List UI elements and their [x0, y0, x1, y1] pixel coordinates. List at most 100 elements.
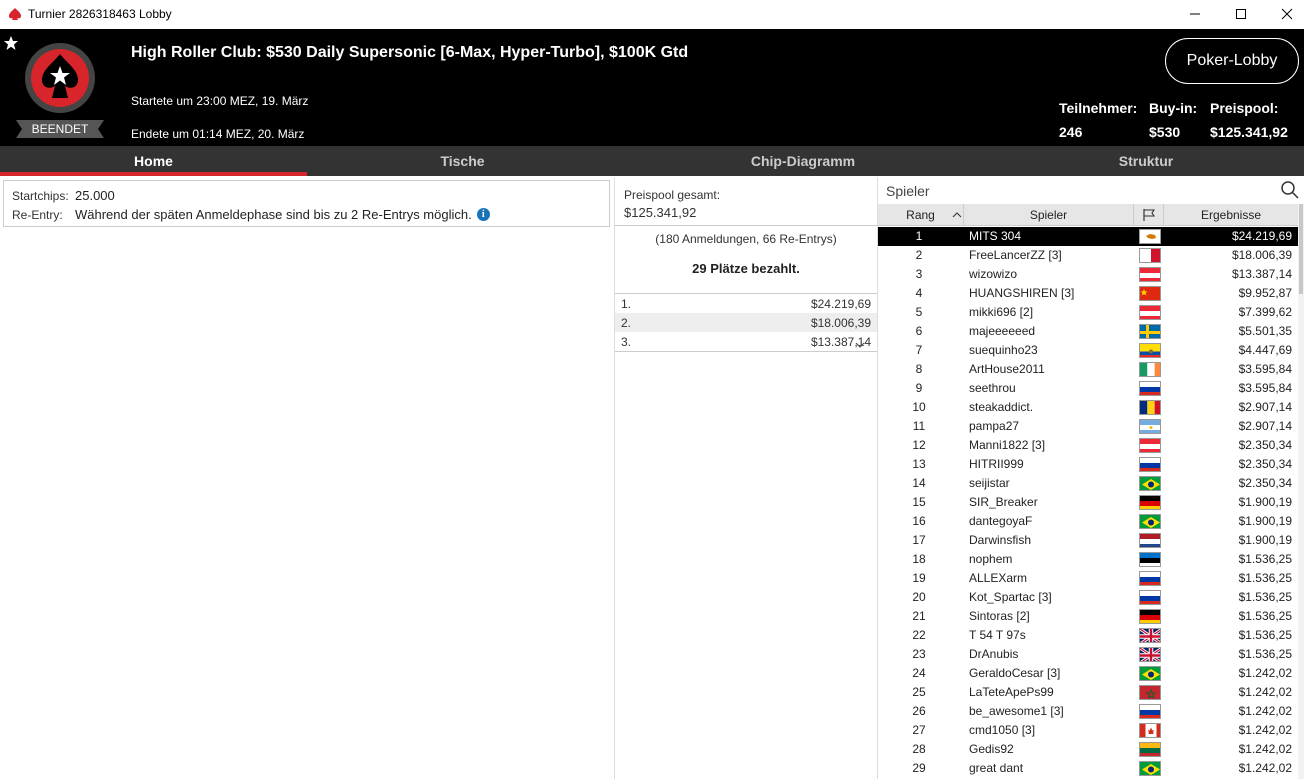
rank-column-header[interactable]: Rang — [878, 204, 964, 226]
player-row[interactable]: 12 Manni1822 [3] $2.350,34 — [878, 436, 1298, 455]
country-column-header[interactable] — [1134, 204, 1164, 226]
player-rank: 29 — [912, 761, 926, 775]
reentry-label: Re-Entry: — [12, 207, 63, 222]
players-table-body: 1 MITS 304 $24.219,69 2 FreeLancerZZ [3] $18.… — [878, 227, 1298, 778]
player-rank: 28 — [912, 742, 926, 756]
player-rank: 23 — [912, 647, 926, 661]
close-button[interactable] — [1264, 3, 1304, 25]
player-result: $1.242,02 — [1238, 704, 1292, 718]
player-name: be_awesome1 [3] — [969, 704, 1064, 718]
country-flag-icon — [1139, 248, 1161, 263]
country-flag-icon — [1139, 286, 1161, 301]
player-row[interactable]: 16 dantegoyaF $1.900,19 — [878, 512, 1298, 531]
player-row[interactable]: 28 Gedis92 $1.242,02 — [878, 740, 1298, 759]
player-name: Sintoras [2] — [969, 609, 1030, 623]
country-flag-icon — [1139, 704, 1161, 719]
player-row[interactable]: 29 great dant $1.242,02 — [878, 759, 1298, 778]
player-name: HUANGSHIREN [3] — [969, 286, 1075, 300]
player-rank: 4 — [915, 286, 923, 300]
player-row[interactable]: 15 SIR_Breaker $1.900,19 — [878, 493, 1298, 512]
player-row[interactable]: 10 steakaddict. $2.907,14 — [878, 398, 1298, 417]
scrollbar-thumb[interactable] — [1299, 204, 1303, 294]
paid-places: 29 Plätze bezahlt. — [692, 261, 800, 276]
country-flag-icon — [1139, 324, 1161, 339]
player-row[interactable]: 26 be_awesome1 [3] $1.242,02 — [878, 702, 1298, 721]
player-result: $1.536,25 — [1238, 609, 1292, 623]
player-rank: 17 — [912, 533, 926, 547]
scrollbar[interactable] — [1298, 204, 1304, 779]
country-flag-icon — [1139, 419, 1161, 434]
player-result: $1.536,25 — [1238, 571, 1292, 585]
buyin-value: $530 — [1149, 124, 1181, 140]
player-row[interactable]: 24 GeraldoCesar [3] $1.242,02 — [878, 664, 1298, 683]
player-row[interactable]: 11 pampa27 $2.907,14 — [878, 417, 1298, 436]
player-name: nophem — [969, 552, 1013, 566]
country-flag-icon — [1139, 552, 1161, 567]
close-icon — [1281, 8, 1293, 20]
maximize-button[interactable] — [1218, 3, 1264, 25]
player-rank: 26 — [912, 704, 926, 718]
player-row[interactable]: 19 ALLEXarm $1.536,25 — [878, 569, 1298, 588]
country-flag-icon — [1139, 609, 1161, 624]
startchips-row: Startchips: 25.000 — [12, 188, 115, 203]
player-row[interactable]: 9 seethrou $3.595,84 — [878, 379, 1298, 398]
country-flag-icon — [1139, 457, 1161, 472]
country-flag-icon — [1139, 362, 1161, 377]
player-rank: 22 — [912, 628, 926, 642]
player-row[interactable]: 7 suequinho23 $4.447,69 — [878, 341, 1298, 360]
payout-place: 2. — [621, 315, 632, 330]
player-row[interactable]: 25 LaTeteApePs99 $1.242,02 — [878, 683, 1298, 702]
player-name: SIR_Breaker — [969, 495, 1038, 509]
player-row[interactable]: 18 nophem $1.536,25 — [878, 550, 1298, 569]
player-name: Darwinsfish — [969, 533, 1032, 547]
country-flag-icon — [1139, 628, 1161, 643]
player-rank: 25 — [912, 685, 926, 699]
tab-chip-chart[interactable]: Chip-Diagramm — [618, 146, 988, 176]
player-row[interactable]: 8 ArtHouse2011 $3.595,84 — [878, 360, 1298, 379]
payout-row: 1. $24.219,69 — [615, 294, 877, 313]
player-search-input[interactable] — [886, 181, 1266, 201]
result-column-header[interactable]: Ergebnisse — [1164, 204, 1298, 226]
player-result: $2.907,14 — [1238, 419, 1292, 433]
player-name: cmd1050 [3] — [969, 723, 1036, 737]
tab-structure[interactable]: Struktur — [988, 146, 1304, 176]
reentry-row: Re-Entry: Während der späten Anmeldephas… — [12, 207, 490, 222]
player-row[interactable]: 6 majeeeeeed $5.501,35 — [878, 322, 1298, 341]
country-flag-icon — [1139, 305, 1161, 320]
player-row[interactable]: 5 mikki696 [2] $7.399,62 — [878, 303, 1298, 322]
payout-row: 3. $13.387,14 — [615, 332, 877, 351]
player-row[interactable]: 4 HUANGSHIREN [3] $9.952,87 — [878, 284, 1298, 303]
player-row[interactable]: 13 HITRII999 $2.350,34 — [878, 455, 1298, 474]
poker-lobby-button[interactable]: Poker-Lobby — [1165, 38, 1299, 84]
player-row[interactable]: 17 Darwinsfish $1.900,19 — [878, 531, 1298, 550]
country-flag-icon — [1139, 761, 1161, 776]
player-row[interactable]: 21 Sintoras [2] $1.536,25 — [878, 607, 1298, 626]
flag-icon — [1142, 209, 1155, 221]
chevron-down-icon[interactable] — [853, 340, 867, 350]
player-result: $5.501,35 — [1238, 324, 1292, 338]
tournament-title: High Roller Club: $530 Daily Supersonic … — [131, 44, 689, 61]
search-icon[interactable] — [1280, 180, 1300, 200]
player-row[interactable]: 1 MITS 304 $24.219,69 — [878, 227, 1298, 246]
player-row[interactable]: 23 DrAnubis $1.536,25 — [878, 645, 1298, 664]
player-row[interactable]: 22 T 54 T 97s $1.536,25 — [878, 626, 1298, 645]
player-rank: 3 — [915, 267, 923, 281]
player-column-header[interactable]: Spieler — [964, 204, 1134, 226]
player-row[interactable]: 20 Kot_Spartac [3] $1.536,25 — [878, 588, 1298, 607]
prizepool-label: Preispool: — [1210, 100, 1279, 116]
player-result: $1.242,02 — [1238, 685, 1292, 699]
country-flag-icon — [1139, 514, 1161, 529]
favorite-star-icon[interactable] — [3, 35, 19, 51]
player-row[interactable]: 27 cmd1050 [3] $1.242,02 — [878, 721, 1298, 740]
player-row[interactable]: 14 seijistar $2.350,34 — [878, 474, 1298, 493]
player-result: $1.536,25 — [1238, 628, 1292, 642]
tab-tables[interactable]: Tische — [307, 146, 618, 176]
payout-amount: $24.219,69 — [810, 296, 871, 311]
info-icon[interactable]: i — [476, 208, 490, 221]
tab-home[interactable]: Home — [0, 146, 307, 176]
minimize-button[interactable] — [1172, 3, 1218, 25]
player-rank: 1 — [915, 229, 923, 243]
window-titlebar: Turnier 2826318463 Lobby — [0, 0, 1304, 29]
player-row[interactable]: 3 wizowizo $13.387,14 — [878, 265, 1298, 284]
player-row[interactable]: 2 FreeLancerZZ [3] $18.006,39 — [878, 246, 1298, 265]
